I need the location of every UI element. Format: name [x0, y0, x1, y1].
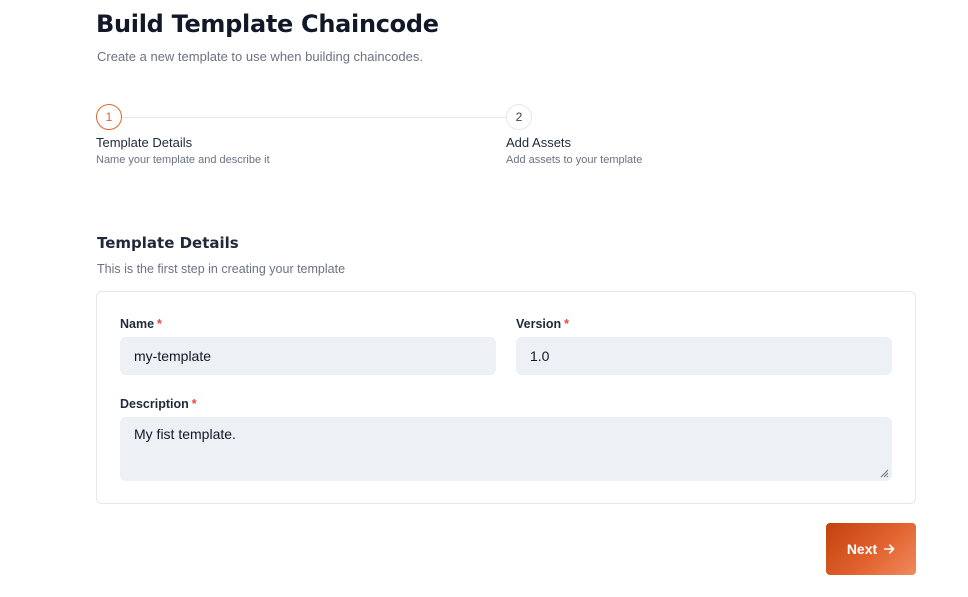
name-label-text: Name	[120, 317, 155, 331]
step-template-details[interactable]: 1 Template Details Name your template an…	[96, 104, 270, 166]
step-description: Name your template and describe it	[96, 154, 270, 166]
step-number-badge: 1	[96, 104, 122, 130]
description-textarea[interactable]: My fist template.	[120, 417, 892, 481]
version-label: Version *	[516, 317, 569, 331]
version-label-text: Version	[516, 317, 562, 331]
description-label: Description *	[120, 397, 197, 411]
version-input[interactable]	[516, 337, 892, 375]
arrow-right-icon	[884, 544, 895, 554]
section-subtitle: This is the first step in creating your …	[97, 262, 346, 276]
template-details-card: Name* Version* Description* My fist temp…	[96, 291, 916, 504]
step-description: Add assets to your template	[506, 154, 643, 166]
page-title: Build Template Chaincode	[96, 10, 439, 38]
required-asterisk: *	[564, 317, 570, 331]
name-input[interactable]	[120, 337, 496, 375]
next-button-label: Next	[846, 541, 878, 557]
required-asterisk: *	[191, 397, 197, 411]
description-label-text: Description	[120, 397, 189, 411]
page-subtitle: Create a new template to use when buildi…	[97, 49, 423, 64]
section-title: Template Details	[97, 234, 239, 252]
name-label: Name *	[120, 317, 162, 331]
stepper: 1 Template Details Name your template an…	[96, 104, 916, 174]
resize-grip-icon[interactable]	[879, 468, 889, 478]
next-button[interactable]: Next	[826, 523, 916, 575]
required-asterisk: *	[157, 317, 162, 331]
step-number-badge: 2	[506, 104, 532, 130]
step-title: Template Details	[96, 135, 193, 150]
step-add-assets[interactable]: 2 Add Assets Add assets to your template	[506, 104, 642, 166]
build-template-page: Build Template Chaincode Create a new te…	[0, 0, 968, 597]
step-title: Add Assets	[506, 135, 572, 150]
